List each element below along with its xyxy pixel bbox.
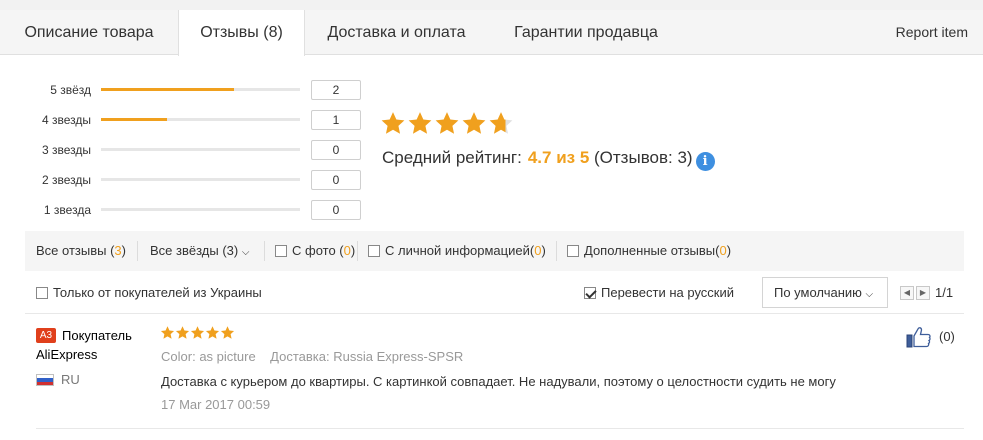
delivery-value: Russia Express-SPSR <box>333 349 464 364</box>
review-text: Доставка с курьером до квартиры. С карти… <box>161 374 836 389</box>
divider <box>556 241 557 261</box>
review-meta: Color: as picture Доставка: Russia Expre… <box>161 349 463 364</box>
tab-description[interactable]: Описание товара <box>0 10 178 55</box>
histogram-bar-fill <box>101 88 235 91</box>
divider <box>36 428 964 429</box>
star-icon <box>220 326 235 339</box>
filter-all-reviews[interactable]: Все отзывы (3) <box>36 231 126 271</box>
report-item-link[interactable]: Report item <box>896 10 968 55</box>
star-icon <box>462 112 486 134</box>
star-icon <box>435 112 459 134</box>
translate-option[interactable]: Перевести на русский <box>584 277 734 309</box>
histogram-count[interactable]: 0 <box>311 200 361 220</box>
histogram-row-label: 3 звезды <box>41 143 91 157</box>
star-icon <box>160 326 175 339</box>
filter-all-stars-dropdown[interactable]: Все звёзды (3) ⌵ <box>150 231 249 271</box>
histogram-bar-fill <box>101 118 167 121</box>
review-date: 17 Mar 2017 00:59 <box>161 397 271 412</box>
prev-page-button[interactable]: ◀ <box>900 286 914 300</box>
filter-with-photo[interactable]: С фото (0) <box>275 231 355 271</box>
star-icon <box>175 326 190 339</box>
histogram-row-label: 4 звезды <box>41 113 91 127</box>
filter-supplemented[interactable]: Дополненные отзывы(0) <box>567 231 731 271</box>
review-stars <box>160 325 235 341</box>
review-filter-bar: Все отзывы (3) Все звёзды (3) ⌵ С фото (… <box>25 231 964 271</box>
chevron-down-icon: ⌵ <box>241 247 250 258</box>
ukraine-only-checkbox[interactable] <box>36 287 48 299</box>
histogram-bar-track <box>101 208 300 211</box>
review-country: RU <box>61 372 80 387</box>
filter-personal-info[interactable]: С личной информацией(0) <box>368 231 546 271</box>
histogram-bar-track <box>101 118 300 121</box>
histogram-count[interactable]: 0 <box>311 140 361 160</box>
star-icon <box>205 326 220 339</box>
chevron-down-icon: ⌵ <box>865 289 874 300</box>
average-rating: Средний рейтинг: 4.7 из 5 (Отзывов: 3) i <box>382 148 715 171</box>
divider <box>137 241 138 261</box>
star-icon <box>381 112 405 134</box>
histogram-bar-track <box>101 178 300 181</box>
histogram-row-label: 5 звёзд <box>50 83 91 97</box>
checkbox[interactable] <box>275 245 287 257</box>
like-count: (0) <box>939 329 955 344</box>
histogram-count[interactable]: 1 <box>311 110 361 130</box>
color-value: as picture <box>199 349 256 364</box>
color-label: Color: <box>161 349 196 364</box>
delivery-label: Доставка: <box>270 349 330 364</box>
histogram-bar-track <box>101 88 300 91</box>
country-flag-icon <box>36 374 54 386</box>
thumbs-up-icon[interactable] <box>906 326 932 348</box>
tab-bar: Описание товара Отзывы (8) Доставка и оп… <box>0 10 983 56</box>
checkbox[interactable] <box>368 245 380 257</box>
ukraine-only-option[interactable]: Только от покупателей из Украины <box>36 277 262 309</box>
translate-checkbox[interactable] <box>584 287 596 299</box>
sort-dropdown[interactable]: По умолчанию ⌵ <box>762 277 888 308</box>
star-icon <box>489 112 513 134</box>
average-rating-label: Средний рейтинг: <box>382 148 522 167</box>
histogram-bar-track <box>101 148 300 151</box>
histogram-row-label: 1 звезда <box>43 203 91 217</box>
tab-delivery[interactable]: Доставка и оплата <box>305 10 488 55</box>
star-icon <box>190 326 205 339</box>
star-icon <box>408 112 432 134</box>
page-indicator: 1/1 <box>935 285 954 300</box>
tab-reviews[interactable]: Отзывы (8) <box>178 10 305 56</box>
buyer-level-badge: A3 <box>36 328 56 343</box>
histogram-count[interactable]: 0 <box>311 170 361 190</box>
review-count-text: (Отзывов: 3) <box>594 148 693 167</box>
average-rating-value: 4.7 из 5 <box>527 148 590 167</box>
next-page-button[interactable]: ▶ <box>916 286 930 300</box>
divider <box>264 241 265 261</box>
info-icon[interactable]: i <box>695 152 715 171</box>
histogram-count[interactable]: 2 <box>311 80 361 100</box>
divider <box>357 241 358 261</box>
histogram-row-label: 2 звезды <box>41 173 91 187</box>
tab-seller-guarantees[interactable]: Гарантии продавца <box>488 10 684 55</box>
checkbox[interactable] <box>567 245 579 257</box>
top-strip <box>0 0 983 10</box>
divider <box>25 313 964 314</box>
average-rating-stars <box>380 110 515 136</box>
